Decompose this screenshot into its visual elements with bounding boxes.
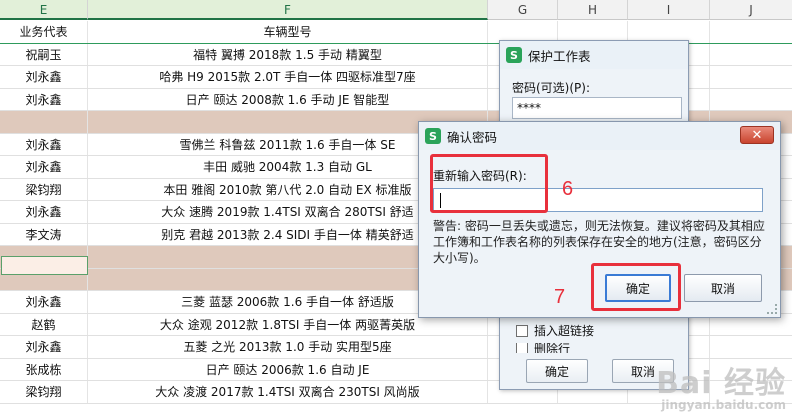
close-button[interactable]: ✕ (740, 126, 774, 144)
sales-rep-cell[interactable]: 祝嗣玉 (0, 43, 88, 65)
cell[interactable] (710, 66, 792, 88)
wps-app-icon: S (425, 128, 441, 144)
sales-rep-cell[interactable]: 赵鹤 (0, 313, 88, 335)
active-cell[interactable] (1, 256, 88, 275)
sales-rep-cell[interactable]: 刘永鑫 (0, 291, 88, 313)
vehicle-model-cell[interactable]: 哈弗 H9 2015款 2.0T 手自一体 四驱标准型7座 (88, 66, 488, 88)
column-header-g[interactable]: G (488, 0, 558, 20)
sales-rep-cell[interactable] (0, 111, 88, 133)
wps-app-icon: S (506, 47, 522, 63)
annotation-box-step7 (591, 263, 681, 311)
header-vehicle-model[interactable]: 车辆型号 (88, 21, 488, 43)
warning-text: 警告: 密码一旦丢失或遗忘，则无法恢复。建议将密码及其相应工作簿和工作表名称的列… (433, 219, 765, 265)
sales-rep-cell[interactable]: 刘永鑫 (0, 156, 88, 178)
sales-rep-cell[interactable]: 张成栋 (0, 358, 88, 380)
confirm-cancel-button[interactable]: 取消 (684, 274, 762, 302)
sales-rep-cell[interactable]: 梁钧翔 (0, 381, 88, 403)
close-icon: ✕ (751, 127, 763, 143)
insert-hyperlink-checkbox[interactable]: 插入超链接 (516, 322, 594, 339)
cell[interactable] (710, 44, 792, 66)
resize-grip-icon[interactable] (767, 304, 777, 314)
column-header-e[interactable]: E (0, 0, 88, 20)
column-header-h[interactable]: H (558, 0, 628, 20)
column-header-j[interactable]: J (710, 0, 792, 20)
vehicle-model-cell[interactable]: 福特 翼搏 2018款 1.5 手动 精翼型 (88, 43, 488, 65)
password-input[interactable]: **** (512, 97, 682, 119)
checkbox-icon[interactable] (516, 343, 528, 353)
sales-rep-cell[interactable]: 刘永鑫 (0, 133, 88, 155)
annotation-number-7: 7 (554, 286, 566, 308)
sales-rep-cell[interactable]: 刘永鑫 (0, 201, 88, 223)
cell[interactable] (710, 336, 792, 358)
sales-rep-cell[interactable]: 刘永鑫 (0, 66, 88, 88)
protect-ok-button[interactable]: 确定 (526, 359, 588, 383)
checkbox-label: 插入超链接 (534, 324, 595, 338)
vehicle-model-cell[interactable]: 日产 颐达 2008款 1.6 手动 JE 智能型 (88, 88, 488, 110)
column-header-i[interactable]: I (628, 0, 710, 20)
watermark-sub: jingyan.baidu.com (661, 398, 786, 412)
password-label: 密码(可选)(P): (512, 81, 591, 95)
checkbox-label: 删除行 (534, 343, 571, 353)
checkbox-icon[interactable] (516, 324, 528, 337)
confirm-dialog-title: 确认密码 (447, 129, 498, 145)
header-sales-rep[interactable]: 业务代表 (0, 21, 88, 43)
protect-dialog-title: 保护工作表 (528, 48, 591, 64)
annotation-box-step6 (430, 154, 548, 213)
cell[interactable] (710, 89, 792, 111)
cell[interactable] (710, 21, 792, 43)
vehicle-model-cell[interactable]: 五菱 之光 2013款 1.0 手动 实用型5座 (88, 336, 488, 358)
sales-rep-cell[interactable]: 梁钧翔 (0, 178, 88, 200)
confirm-dialog-titlebar[interactable]: S 确认密码 (419, 122, 780, 150)
vehicle-model-cell[interactable]: 大众 凌渡 2017款 1.4TSI 双离合 230TSI 风尚版 (88, 381, 488, 403)
sales-rep-cell[interactable]: 刘永鑫 (0, 88, 88, 110)
watermark-text: Bai 经验 (656, 366, 786, 401)
vehicle-model-cell[interactable]: 日产 颐达 2006款 1.6 自动 JE (88, 358, 488, 380)
annotation-number-6: 6 (562, 178, 574, 200)
delete-rows-checkbox[interactable]: 删除行 (516, 343, 570, 353)
sales-rep-cell[interactable]: 刘永鑫 (0, 336, 88, 358)
column-header-f[interactable]: F (88, 0, 488, 20)
baidu-watermark: Bai 经验 jingyan.baidu.com (656, 358, 786, 412)
sales-rep-cell[interactable]: 李文涛 (0, 223, 88, 245)
protect-dialog-titlebar[interactable]: S 保护工作表 (500, 41, 688, 69)
